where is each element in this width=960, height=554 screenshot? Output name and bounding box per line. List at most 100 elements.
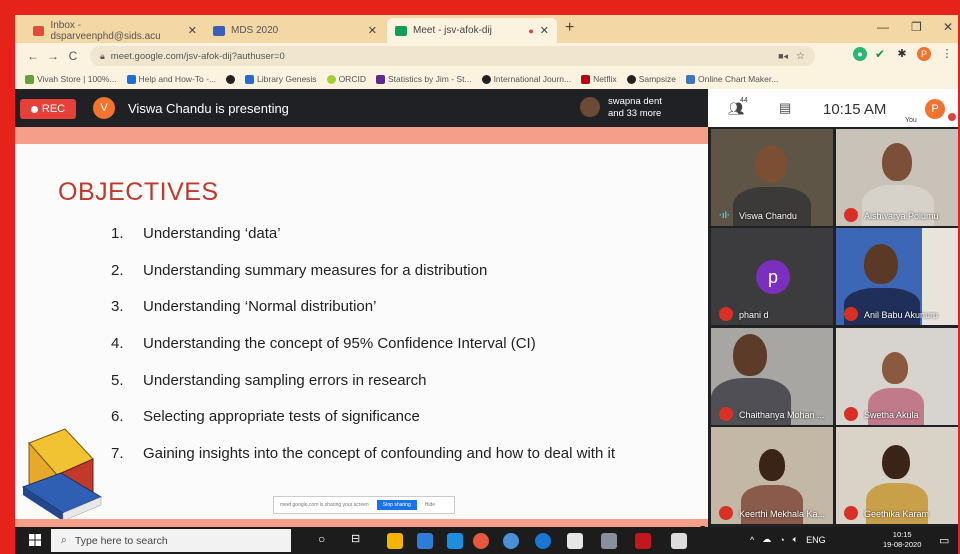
wifi-icon[interactable]: ◔ [779, 535, 784, 545]
tab-inbox[interactable]: Inbox - dsparveenphd@sids.acu ✕ [25, 18, 205, 43]
participant-tile[interactable]: Aishwarya Polumu [836, 129, 958, 226]
bookmark-item[interactable]: International Journ... [481, 74, 571, 84]
participant-grid: ·ıl· Viswa Chandu Aishwarya Polumu p pha… [708, 127, 958, 527]
chevron-up-icon[interactable]: ^ [750, 535, 754, 545]
joinee-notice: swapna dent and 33 more [608, 96, 662, 119]
joinee-avatar [580, 97, 600, 117]
calculator-icon[interactable] [671, 533, 687, 549]
netflix-icon[interactable] [635, 533, 651, 549]
restore-icon[interactable]: ❐ [911, 20, 922, 34]
url-input[interactable]: 🔒︎ meet.google.com/jsv-afok-dij?authuser… [90, 46, 815, 66]
taskbar-search-input[interactable]: ⌕ Type here to search [51, 529, 291, 552]
participant-tile[interactable]: Anil Babu Akunuru [836, 228, 958, 325]
windows-taskbar: ⌕ Type here to search ○ ⊟ ^ ☁ ◔ 🔈︎ ENG 1… [15, 527, 958, 554]
participant-tile[interactable]: Keerthi Mekhala Ka... [711, 427, 833, 524]
participant-tile[interactable]: p phani d [711, 228, 833, 325]
bookmark-item[interactable]: Sampsize [626, 74, 676, 84]
participant-name: Aishwarya Polumu [864, 211, 939, 221]
chat-icon[interactable]: ▤ [779, 100, 791, 116]
tray-language[interactable]: ENG [806, 535, 826, 545]
slide-title: OBJECTIVES [58, 178, 219, 206]
presenting-status: Viswa Chandu is presenting [128, 101, 289, 116]
back-arrow-icon[interactable]: ← [23, 49, 43, 63]
star-icon[interactable]: ☆ [796, 51, 805, 62]
forward-arrow-icon[interactable]: → [43, 49, 63, 63]
you-avatar[interactable]: P [925, 99, 945, 119]
cortana-icon[interactable]: ○ [318, 532, 325, 546]
notification-icon[interactable]: ▭ [939, 534, 949, 547]
objectives-list: 1. Understanding ‘data’ 2. Understanding s… [111, 225, 615, 482]
participant-name: Viswa Chandu [739, 211, 797, 221]
chrome-icon[interactable] [473, 533, 489, 549]
participant-tile[interactable]: Geethika Karam [836, 427, 958, 524]
close-icon[interactable]: ✕ [188, 24, 197, 37]
taskbar-clock[interactable]: 10:15 19-08-2020 [883, 530, 921, 550]
participant-tile[interactable]: Chaithanya Mohan ... [711, 328, 833, 425]
task-view-icon[interactable]: ⊟ [351, 532, 360, 545]
store-icon[interactable] [447, 533, 463, 549]
network-app-icon[interactable] [503, 533, 519, 549]
speaking-icon: ·ıl· [719, 210, 730, 220]
bookmark-item[interactable]: Netflix [581, 74, 617, 84]
recording-dot-icon: ● [528, 25, 534, 36]
meet-clock: 10:15 AM [823, 101, 887, 118]
mic-off-icon [844, 208, 858, 222]
mic-off-icon [844, 407, 858, 421]
participant-name: Geethika Karam [864, 509, 930, 519]
new-tab-icon[interactable]: + [565, 19, 574, 37]
list-item: 6. Selecting appropriate tests of signifi… [111, 408, 420, 426]
recording-badge[interactable]: REC [20, 99, 76, 119]
windows-start-icon[interactable] [29, 534, 41, 546]
mail-icon[interactable] [417, 533, 433, 549]
address-bar-row: ← → C 🔒︎ meet.google.com/jsv-afok-dij?au… [15, 43, 958, 69]
tab-meet[interactable]: Meet - jsv-afok-dij ● ✕ [387, 18, 557, 43]
reload-icon[interactable]: C [63, 49, 83, 63]
slide-bottom-band [15, 519, 708, 527]
list-item: 7. Gaining insights into the concept of c… [111, 445, 615, 463]
menu-icon[interactable]: ⋮ [940, 47, 954, 61]
puzzle-icon[interactable]: ✱ [895, 47, 909, 61]
system-tray: ^ ☁ ◔ 🔈︎ ENG [750, 534, 826, 545]
list-item: 3. Understanding ‘Normal distribution’ [111, 298, 377, 316]
presentation-stage: OBJECTIVES 1. Understanding ‘data’ 2. Unde… [15, 127, 708, 536]
edge-icon[interactable] [535, 533, 551, 549]
camera-icon[interactable]: ■◂ [778, 51, 788, 62]
tab-mds[interactable]: MDS 2020 ✕ [205, 18, 385, 43]
volume-icon[interactable]: 🔈︎ [793, 534, 798, 545]
list-item: 2. Understanding summary measures for a d… [111, 261, 488, 279]
close-icon[interactable]: ✕ [540, 24, 549, 37]
participant-tile[interactable]: ·ıl· Viswa Chandu [711, 129, 833, 226]
mic-off-icon [844, 506, 858, 520]
tab-title: MDS 2020 [231, 25, 279, 36]
participant-name: Keerthi Mekhala Ka... [739, 509, 826, 519]
bookmark-item[interactable]: Library Genesis [245, 74, 317, 84]
people-count: 44 [740, 97, 748, 104]
extension-icon[interactable]: ● [853, 47, 867, 61]
list-item: 1. Understanding ‘data’ [111, 225, 281, 242]
cloud-icon[interactable]: ☁ [762, 534, 771, 545]
list-item: 4. Understanding the concept of 95% Confi… [111, 335, 536, 353]
mic-off-icon [719, 407, 733, 421]
participant-tile[interactable]: Swetha Akula [836, 328, 958, 425]
music-app-icon[interactable] [601, 533, 617, 549]
minimize-icon[interactable]: — [877, 20, 889, 34]
check-icon[interactable]: ✔ [873, 47, 887, 61]
github-icon[interactable] [226, 74, 236, 84]
bookmark-item[interactable]: Statistics by Jim - St... [375, 74, 472, 84]
file-explorer-icon[interactable] [387, 533, 403, 549]
bookmark-item[interactable]: ORCID [326, 74, 366, 84]
profile-avatar[interactable]: P [917, 47, 931, 61]
participant-avatar: p [756, 260, 790, 294]
bookmark-item[interactable]: Vivah Store | 100%... [25, 74, 117, 84]
search-icon: ⌕ [61, 534, 67, 546]
shopping-bag-icon[interactable] [567, 533, 583, 549]
bookmark-item[interactable]: Online Chart Maker... [686, 74, 778, 84]
bookmark-item[interactable]: Help and How-To -... [126, 74, 216, 84]
window-close-icon[interactable]: ✕ [943, 20, 953, 34]
close-icon[interactable]: ✕ [368, 24, 377, 37]
stop-sharing-button[interactable]: Stop sharing [376, 500, 417, 510]
meet-icon [395, 25, 407, 36]
hide-button[interactable]: Hide [425, 502, 435, 508]
slide-top-band [15, 127, 708, 144]
url-text: meet.google.com/jsv-afok-dij?authuser=0 [110, 50, 285, 62]
